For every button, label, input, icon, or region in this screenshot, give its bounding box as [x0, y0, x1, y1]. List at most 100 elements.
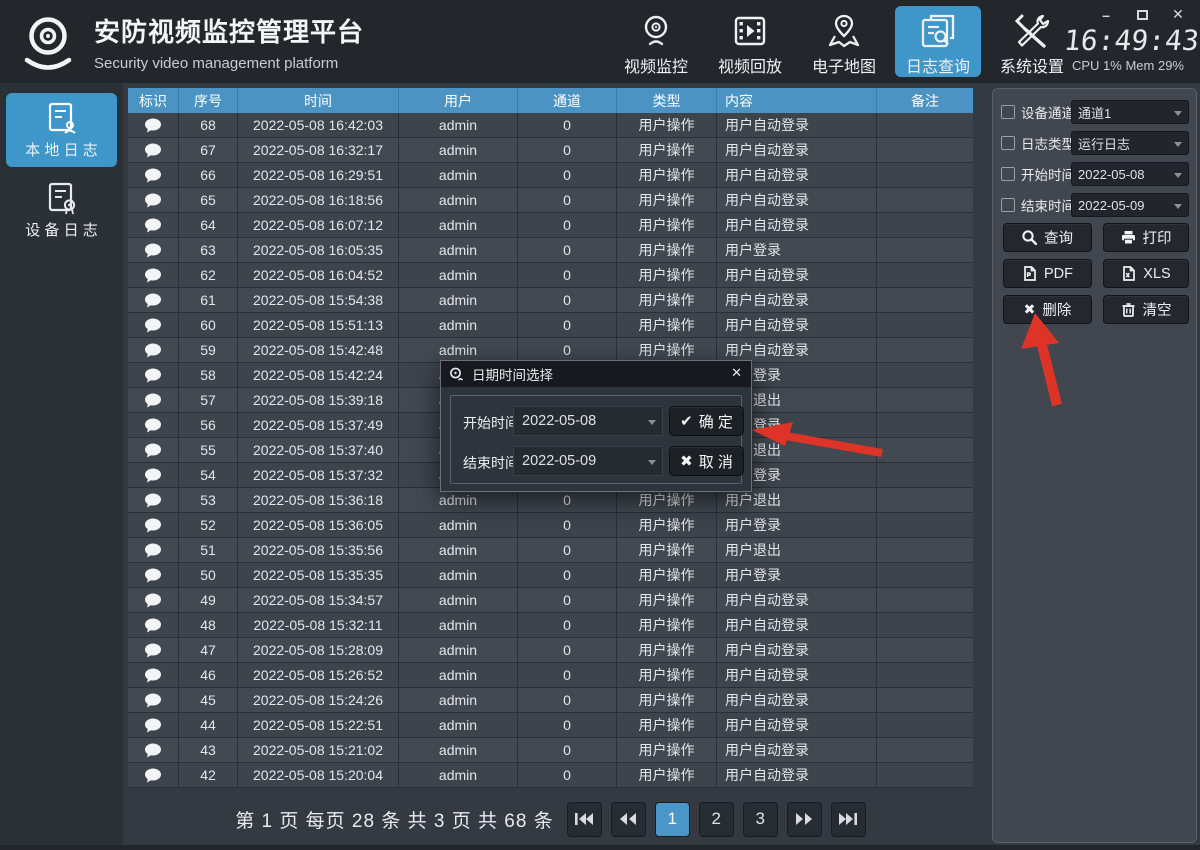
dialog-close-icon[interactable]: ✕ — [731, 365, 742, 381]
log-table-row[interactable]: 432022-05-08 15:21:02admin0用户操作用户自动登录 — [128, 738, 973, 763]
page-button-1[interactable]: 1 — [655, 802, 690, 837]
cell-num: 64 — [179, 213, 238, 238]
cell-flag — [128, 363, 179, 388]
minimize-icon[interactable]: – — [1098, 7, 1114, 23]
nav-video-monitor[interactable]: 视频监控 — [613, 6, 699, 77]
nav-video-playback[interactable]: 视频回放 — [707, 6, 793, 77]
nav-label: 视频回放 — [718, 53, 782, 77]
dialog-end-dropdown[interactable]: 2022-05-09 — [513, 446, 663, 476]
log-table-row[interactable]: 492022-05-08 15:34:57admin0用户操作用户自动登录 — [128, 588, 973, 613]
cell-flag — [128, 188, 179, 213]
log-table-row[interactable]: 632022-05-08 16:05:35admin0用户操作用户登录 — [128, 238, 973, 263]
log-table-row[interactable]: 482022-05-08 15:32:11admin0用户操作用户自动登录 — [128, 613, 973, 638]
log-table-row[interactable]: 462022-05-08 15:26:52admin0用户操作用户自动登录 — [128, 663, 973, 688]
cell-type: 用户操作 — [617, 563, 717, 588]
print-button[interactable]: 打印 — [1103, 223, 1189, 252]
log-table-row[interactable]: 682022-05-08 16:42:03admin0用户操作用户自动登录 — [128, 113, 973, 138]
pagination-summary: 第 1 页 每页 28 条 共 3 页 共 68 条 — [235, 806, 553, 833]
first-page-button[interactable] — [567, 802, 602, 837]
sidebar-item-label: 本 地 日 志 — [25, 139, 98, 160]
cell-note — [877, 113, 973, 138]
log-table-row[interactable]: 662022-05-08 16:29:51admin0用户操作用户自动登录 — [128, 163, 973, 188]
page-button-2[interactable]: 2 — [699, 802, 734, 837]
log-table-row[interactable]: 622022-05-08 16:04:52admin0用户操作用户自动登录 — [128, 263, 973, 288]
comment-icon — [144, 268, 162, 283]
log-table-row[interactable]: 652022-05-08 16:18:56admin0用户操作用户自动登录 — [128, 188, 973, 213]
app-title: 安防视频监控管理平台 — [94, 12, 364, 49]
cell-note — [877, 463, 973, 488]
cell-time: 2022-05-08 15:39:18 — [238, 388, 399, 413]
log-table-row[interactable]: 602022-05-08 15:51:13admin0用户操作用户自动登录 — [128, 313, 973, 338]
cell-num: 46 — [179, 663, 238, 688]
cell-num: 52 — [179, 513, 238, 538]
cell-note — [877, 163, 973, 188]
log-table-row[interactable]: 452022-05-08 15:24:26admin0用户操作用户自动登录 — [128, 688, 973, 713]
comment-icon — [144, 743, 162, 758]
clear-button[interactable]: 清空 — [1103, 295, 1189, 324]
nav-log-query[interactable]: 日志查询 — [895, 6, 981, 77]
comment-icon — [144, 468, 162, 483]
close-icon[interactable]: ✕ — [1170, 6, 1186, 23]
cell-content: 用户自动登录 — [717, 713, 877, 738]
log-table-row[interactable]: 612022-05-08 15:54:38admin0用户操作用户自动登录 — [128, 288, 973, 313]
cell-time: 2022-05-08 15:54:38 — [238, 288, 399, 313]
cell-note — [877, 563, 973, 588]
tools-icon — [1013, 12, 1051, 50]
log-type-dropdown[interactable]: 运行日志 — [1071, 131, 1189, 155]
cell-num: 43 — [179, 738, 238, 763]
start-time-dropdown[interactable]: 2022-05-08 — [1071, 162, 1189, 186]
cell-note — [877, 238, 973, 263]
cell-user: admin — [399, 688, 518, 713]
nav-e-map[interactable]: 电子地图 — [801, 6, 887, 77]
checkbox-device-channel[interactable] — [1001, 105, 1015, 119]
cell-content: 用户退出 — [717, 538, 877, 563]
checkbox-end-time[interactable] — [1001, 198, 1015, 212]
next-page-button[interactable] — [787, 802, 822, 837]
cell-user: admin — [399, 313, 518, 338]
comment-icon — [144, 568, 162, 583]
end-time-dropdown[interactable]: 2022-05-09 — [1071, 193, 1189, 217]
log-table-row[interactable]: 472022-05-08 15:28:09admin0用户操作用户自动登录 — [128, 638, 973, 663]
cell-num: 42 — [179, 763, 238, 788]
xls-export-button[interactable]: XLS — [1103, 259, 1189, 288]
cell-num: 54 — [179, 463, 238, 488]
log-table-row[interactable]: 672022-05-08 16:32:17admin0用户操作用户自动登录 — [128, 138, 973, 163]
log-table-row[interactable]: 522022-05-08 15:36:05admin0用户操作用户登录 — [128, 513, 973, 538]
cell-user: admin — [399, 113, 518, 138]
dialog-start-dropdown[interactable]: 2022-05-08 — [513, 406, 663, 436]
channel-dropdown[interactable]: 通道1 — [1071, 100, 1189, 124]
sidebar-item-local-logs[interactable]: 本 地 日 志 — [6, 93, 117, 167]
cell-time: 2022-05-08 15:26:52 — [238, 663, 399, 688]
cell-time: 2022-05-08 15:28:09 — [238, 638, 399, 663]
cell-num: 62 — [179, 263, 238, 288]
log-table-row[interactable]: 442022-05-08 15:22:51admin0用户操作用户自动登录 — [128, 713, 973, 738]
log-table-row[interactable]: 512022-05-08 15:35:56admin0用户操作用户退出 — [128, 538, 973, 563]
dropdown-value: 2022-05-09 — [522, 453, 596, 469]
checkbox-start-time[interactable] — [1001, 167, 1015, 181]
col-header-num: 序号 — [179, 88, 238, 113]
x-icon: ✖ — [680, 452, 693, 470]
sidebar-item-device-logs[interactable]: 设 备 日 志 — [6, 173, 117, 247]
dialog-cancel-button[interactable]: ✖ 取 消 — [669, 446, 744, 476]
cell-time: 2022-05-08 15:36:05 — [238, 513, 399, 538]
log-table-row[interactable]: 642022-05-08 16:07:12admin0用户操作用户自动登录 — [128, 213, 973, 238]
dropdown-value: 2022-05-08 — [1078, 167, 1145, 182]
dropdown-value: 运行日志 — [1078, 134, 1130, 153]
delete-button[interactable]: ✖ 删除 — [1003, 295, 1092, 324]
dialog-ok-button[interactable]: ✔ 确 定 — [669, 406, 744, 436]
digital-clock: 16:49:43 — [1062, 24, 1193, 57]
last-page-button[interactable] — [831, 802, 866, 837]
checkbox-log-type[interactable] — [1001, 136, 1015, 150]
page-button-3[interactable]: 3 — [743, 802, 778, 837]
system-load: CPU 1% Mem 29% — [1060, 58, 1196, 73]
maximize-icon[interactable] — [1137, 10, 1148, 20]
log-table-row[interactable]: 502022-05-08 15:35:35admin0用户操作用户登录 — [128, 563, 973, 588]
cell-content: 用户自动登录 — [717, 688, 877, 713]
cell-type: 用户操作 — [617, 288, 717, 313]
prev-page-button[interactable] — [611, 802, 646, 837]
log-table-row[interactable]: 422022-05-08 15:20:04admin0用户操作用户自动登录 — [128, 763, 973, 788]
pdf-export-button[interactable]: PDF — [1003, 259, 1092, 288]
search-button[interactable]: 查询 — [1003, 223, 1092, 252]
cell-type: 用户操作 — [617, 688, 717, 713]
dialog-title-bar[interactable]: 日期时间选择 ✕ — [441, 361, 751, 387]
